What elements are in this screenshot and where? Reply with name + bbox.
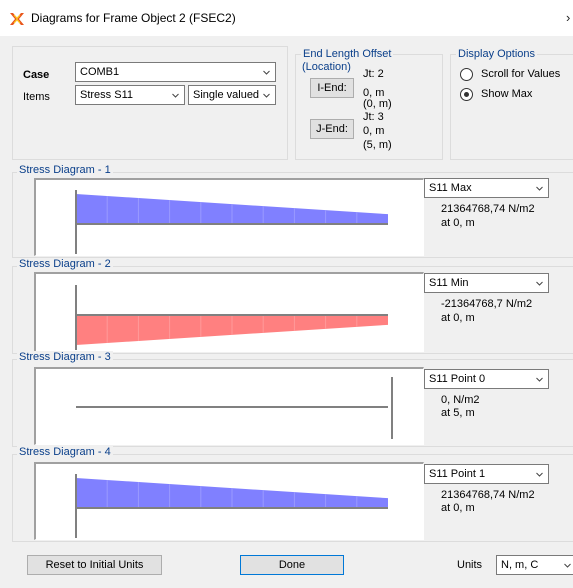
end-offset-title: End Length Offset	[301, 48, 394, 60]
diagram-location-text: at 0, m	[441, 312, 475, 324]
diagram-select[interactable]: S11 Max	[424, 178, 549, 198]
stress-diagram-title: Stress Diagram - 4	[17, 446, 113, 458]
stress-diagram-title: Stress Diagram - 2	[17, 258, 113, 270]
diagram-plot	[75, 474, 388, 538]
window-title: Diagrams for Frame Object 2 (FSEC2)	[31, 11, 236, 25]
diagram-select-value: S11 Min	[429, 277, 469, 289]
diagram-plot	[75, 190, 388, 254]
case-label: Case	[23, 69, 50, 81]
case-select[interactable]: COMB1	[75, 62, 276, 82]
stress-diagram-title: Stress Diagram - 3	[17, 351, 113, 363]
show-max-label[interactable]: Show Max	[481, 88, 532, 100]
diagram-location-text: at 0, m	[441, 502, 475, 514]
i-end-button-label: I-End:	[317, 82, 347, 94]
chevron-down-icon	[263, 70, 270, 75]
reset-units-button[interactable]: Reset to Initial Units	[27, 555, 162, 575]
valued-select-value: Single valued	[193, 89, 260, 101]
done-button[interactable]: Done	[240, 555, 344, 575]
items-label: Items	[23, 91, 50, 103]
diagram-location-text: at 5, m	[441, 407, 475, 419]
items-select[interactable]: Stress S11	[75, 85, 185, 105]
case-select-value: COMB1	[80, 66, 120, 78]
valued-select[interactable]: Single valued	[188, 85, 276, 105]
units-select-value: N, m, C	[501, 559, 539, 571]
scroll-for-values-radio[interactable]	[460, 68, 473, 81]
title-bar: Diagrams for Frame Object 2 (FSEC2) ›	[0, 0, 573, 36]
app-logo-icon	[10, 13, 24, 25]
diagram-plot	[76, 377, 393, 439]
diagram-value-text: -21364768,7 N/m2	[441, 298, 533, 310]
diagram-canvas	[34, 462, 424, 540]
chevron-down-icon	[564, 563, 571, 568]
stress-diagram-title: Stress Diagram - 1	[17, 164, 113, 176]
done-label: Done	[278, 559, 306, 571]
i-location-text: (0, m)	[363, 98, 392, 110]
diagram-value-text: 21364768,74 N/m2	[441, 203, 535, 215]
units-label: Units	[457, 559, 483, 571]
scroll-for-values-label[interactable]: Scroll for Values	[481, 68, 560, 80]
diagram-select-value: S11 Max	[429, 182, 472, 194]
chevron-down-icon	[263, 93, 270, 98]
diagram-select-value: S11 Point 1	[429, 468, 486, 480]
j-jt-text: Jt: 3	[363, 111, 384, 123]
units-select[interactable]: N, m, C	[496, 555, 573, 575]
i-jt-text: Jt: 2	[363, 68, 384, 80]
diagram-select-value: S11 Point 0	[429, 373, 486, 385]
chevron-down-icon	[536, 186, 543, 191]
j-location-text: (5, m)	[363, 139, 392, 151]
diagram-canvas	[34, 272, 424, 352]
items-select-value: Stress S11	[80, 89, 133, 101]
diagram-plot	[75, 285, 388, 350]
diagram-value-text: 21364768,74 N/m2	[441, 489, 535, 501]
j-end-button-label: J-End:	[316, 123, 348, 135]
diagram-select[interactable]: S11 Min	[424, 273, 549, 293]
diagram-value-text: 0, N/m2	[441, 394, 480, 406]
diagram-canvas	[34, 178, 424, 256]
j-offset-text: 0, m	[363, 125, 385, 137]
close-icon[interactable]: ›	[566, 10, 570, 25]
chevron-down-icon	[536, 281, 543, 286]
diagram-location-text: at 0, m	[441, 217, 475, 229]
chevron-down-icon	[172, 93, 179, 98]
location-label: (Location)	[302, 61, 351, 73]
diagram-canvas	[34, 367, 424, 445]
reset-units-label: Reset to Initial Units	[45, 559, 144, 571]
dialog-body: Case COMB1 Items Stress S11 Single value…	[0, 36, 573, 588]
diagram-select[interactable]: S11 Point 0	[424, 369, 549, 389]
diagram-select[interactable]: S11 Point 1	[424, 464, 549, 484]
show-max-radio[interactable]	[460, 88, 473, 101]
chevron-down-icon	[536, 472, 543, 477]
chevron-down-icon	[536, 377, 543, 382]
i-end-button[interactable]: I-End:	[310, 78, 354, 98]
j-end-button[interactable]: J-End:	[310, 119, 354, 139]
display-options-title: Display Options	[456, 48, 538, 60]
radio-selected-dot	[464, 92, 469, 97]
